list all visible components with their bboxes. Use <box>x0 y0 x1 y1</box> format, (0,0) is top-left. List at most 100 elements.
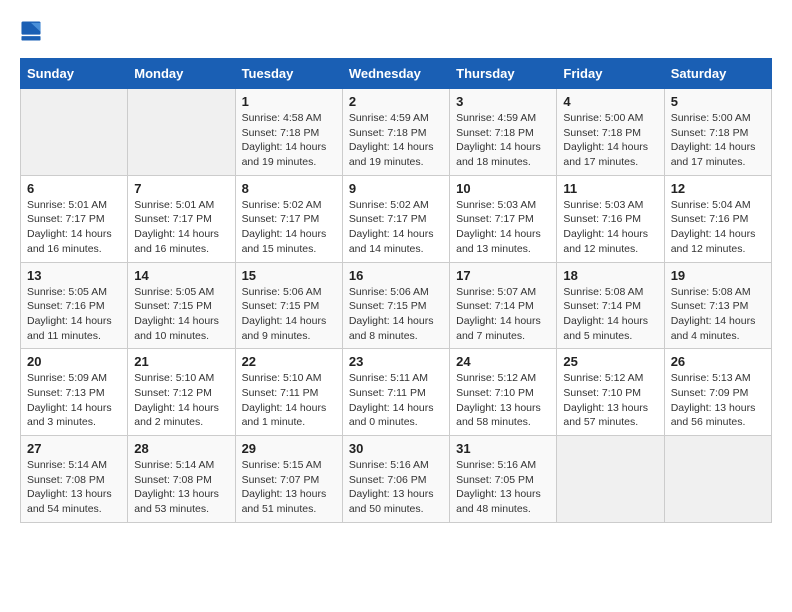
day-detail: Sunrise: 5:14 AM Sunset: 7:08 PM Dayligh… <box>134 458 228 517</box>
day-number: 7 <box>134 181 228 196</box>
day-number: 4 <box>563 94 657 109</box>
calendar-cell: 7 Sunrise: 5:01 AM Sunset: 7:17 PM Daylig… <box>128 175 235 262</box>
weekday-header-friday: Friday <box>557 59 664 89</box>
day-detail: Sunrise: 5:01 AM Sunset: 7:17 PM Dayligh… <box>134 198 228 257</box>
weekday-row: SundayMondayTuesdayWednesdayThursdayFrid… <box>21 59 772 89</box>
day-number: 2 <box>349 94 443 109</box>
week-row-5: 27 Sunrise: 5:14 AM Sunset: 7:08 PM Dayli… <box>21 436 772 523</box>
day-number: 8 <box>242 181 336 196</box>
day-number: 11 <box>563 181 657 196</box>
calendar-cell: 26 Sunrise: 5:13 AM Sunset: 7:09 PM Dayli… <box>664 349 771 436</box>
calendar-cell: 23 Sunrise: 5:11 AM Sunset: 7:11 PM Dayli… <box>342 349 449 436</box>
day-detail: Sunrise: 5:02 AM Sunset: 7:17 PM Dayligh… <box>349 198 443 257</box>
week-row-3: 13Sunrise: 5:05 AM Sunset: 7:16 PM Dayli… <box>21 262 772 349</box>
weekday-header-saturday: Saturday <box>664 59 771 89</box>
day-number: 16 <box>349 268 443 283</box>
day-detail: Sunrise: 5:15 AM Sunset: 7:07 PM Dayligh… <box>242 458 336 517</box>
calendar-cell: 22 Sunrise: 5:10 AM Sunset: 7:11 PM Dayli… <box>235 349 342 436</box>
day-number: 20 <box>27 354 121 369</box>
day-number: 31 <box>456 441 550 456</box>
day-detail: Sunrise: 5:00 AM Sunset: 7:18 PM Dayligh… <box>671 111 765 170</box>
day-number: 22 <box>242 354 336 369</box>
day-detail: Sunrise: 5:05 AM Sunset: 7:16 PM Dayligh… <box>27 285 121 344</box>
weekday-header-wednesday: Wednesday <box>342 59 449 89</box>
day-detail: Sunrise: 5:07 AM Sunset: 7:14 PM Dayligh… <box>456 285 550 344</box>
day-number: 9 <box>349 181 443 196</box>
calendar-cell: 15Sunrise: 5:06 AM Sunset: 7:15 PM Dayli… <box>235 262 342 349</box>
calendar-cell: 30 Sunrise: 5:16 AM Sunset: 7:06 PM Dayli… <box>342 436 449 523</box>
calendar-cell: 29 Sunrise: 5:15 AM Sunset: 7:07 PM Dayli… <box>235 436 342 523</box>
day-number: 21 <box>134 354 228 369</box>
day-detail: Sunrise: 5:12 AM Sunset: 7:10 PM Dayligh… <box>563 371 657 430</box>
calendar-cell <box>128 89 235 176</box>
day-number: 1 <box>242 94 336 109</box>
day-number: 29 <box>242 441 336 456</box>
weekday-header-thursday: Thursday <box>450 59 557 89</box>
day-detail: Sunrise: 5:06 AM Sunset: 7:15 PM Dayligh… <box>349 285 443 344</box>
calendar-cell: 14Sunrise: 5:05 AM Sunset: 7:15 PM Dayli… <box>128 262 235 349</box>
calendar-cell: 21Sunrise: 5:10 AM Sunset: 7:12 PM Dayli… <box>128 349 235 436</box>
week-row-4: 20 Sunrise: 5:09 AM Sunset: 7:13 PM Dayli… <box>21 349 772 436</box>
calendar-table: SundayMondayTuesdayWednesdayThursdayFrid… <box>20 58 772 523</box>
calendar-cell: 2 Sunrise: 4:59 AM Sunset: 7:18 PM Daylig… <box>342 89 449 176</box>
calendar-cell: 5 Sunrise: 5:00 AM Sunset: 7:18 PM Daylig… <box>664 89 771 176</box>
day-detail: Sunrise: 5:00 AM Sunset: 7:18 PM Dayligh… <box>563 111 657 170</box>
day-number: 6 <box>27 181 121 196</box>
day-number: 27 <box>27 441 121 456</box>
calendar-cell: 9 Sunrise: 5:02 AM Sunset: 7:17 PM Daylig… <box>342 175 449 262</box>
calendar-cell: 28Sunrise: 5:14 AM Sunset: 7:08 PM Dayli… <box>128 436 235 523</box>
day-detail: Sunrise: 5:16 AM Sunset: 7:05 PM Dayligh… <box>456 458 550 517</box>
calendar-cell: 16 Sunrise: 5:06 AM Sunset: 7:15 PM Dayli… <box>342 262 449 349</box>
day-number: 25 <box>563 354 657 369</box>
day-number: 10 <box>456 181 550 196</box>
day-number: 30 <box>349 441 443 456</box>
day-number: 23 <box>349 354 443 369</box>
day-detail: Sunrise: 5:16 AM Sunset: 7:06 PM Dayligh… <box>349 458 443 517</box>
day-number: 18 <box>563 268 657 283</box>
calendar-cell: 1Sunrise: 4:58 AM Sunset: 7:18 PM Daylig… <box>235 89 342 176</box>
calendar-cell <box>21 89 128 176</box>
day-detail: Sunrise: 5:03 AM Sunset: 7:17 PM Dayligh… <box>456 198 550 257</box>
day-detail: Sunrise: 4:59 AM Sunset: 7:18 PM Dayligh… <box>349 111 443 170</box>
calendar-cell: 11 Sunrise: 5:03 AM Sunset: 7:16 PM Dayli… <box>557 175 664 262</box>
day-number: 3 <box>456 94 550 109</box>
calendar-cell: 25 Sunrise: 5:12 AM Sunset: 7:10 PM Dayli… <box>557 349 664 436</box>
weekday-header-tuesday: Tuesday <box>235 59 342 89</box>
day-detail: Sunrise: 5:01 AM Sunset: 7:17 PM Dayligh… <box>27 198 121 257</box>
day-number: 19 <box>671 268 765 283</box>
day-detail: Sunrise: 5:11 AM Sunset: 7:11 PM Dayligh… <box>349 371 443 430</box>
day-number: 15 <box>242 268 336 283</box>
day-detail: Sunrise: 5:08 AM Sunset: 7:13 PM Dayligh… <box>671 285 765 344</box>
day-detail: Sunrise: 5:08 AM Sunset: 7:14 PM Dayligh… <box>563 285 657 344</box>
calendar-cell <box>557 436 664 523</box>
calendar-cell: 6 Sunrise: 5:01 AM Sunset: 7:17 PM Daylig… <box>21 175 128 262</box>
day-number: 17 <box>456 268 550 283</box>
calendar-cell: 31 Sunrise: 5:16 AM Sunset: 7:05 PM Dayli… <box>450 436 557 523</box>
calendar-cell: 17 Sunrise: 5:07 AM Sunset: 7:14 PM Dayli… <box>450 262 557 349</box>
calendar-cell: 24Sunrise: 5:12 AM Sunset: 7:10 PM Dayli… <box>450 349 557 436</box>
logo-icon <box>20 20 42 42</box>
page-header <box>20 20 772 42</box>
day-number: 5 <box>671 94 765 109</box>
calendar-cell: 13Sunrise: 5:05 AM Sunset: 7:16 PM Dayli… <box>21 262 128 349</box>
weekday-header-monday: Monday <box>128 59 235 89</box>
calendar-cell: 3 Sunrise: 4:59 AM Sunset: 7:18 PM Daylig… <box>450 89 557 176</box>
day-number: 24 <box>456 354 550 369</box>
calendar-cell: 10 Sunrise: 5:03 AM Sunset: 7:17 PM Dayli… <box>450 175 557 262</box>
day-detail: Sunrise: 5:10 AM Sunset: 7:11 PM Dayligh… <box>242 371 336 430</box>
day-detail: Sunrise: 5:04 AM Sunset: 7:16 PM Dayligh… <box>671 198 765 257</box>
calendar-cell: 19 Sunrise: 5:08 AM Sunset: 7:13 PM Dayli… <box>664 262 771 349</box>
calendar-header: SundayMondayTuesdayWednesdayThursdayFrid… <box>21 59 772 89</box>
calendar-cell: 12Sunrise: 5:04 AM Sunset: 7:16 PM Dayli… <box>664 175 771 262</box>
day-detail: Sunrise: 5:13 AM Sunset: 7:09 PM Dayligh… <box>671 371 765 430</box>
day-detail: Sunrise: 5:03 AM Sunset: 7:16 PM Dayligh… <box>563 198 657 257</box>
calendar-cell <box>664 436 771 523</box>
calendar-body: 1Sunrise: 4:58 AM Sunset: 7:18 PM Daylig… <box>21 89 772 523</box>
day-detail: Sunrise: 4:59 AM Sunset: 7:18 PM Dayligh… <box>456 111 550 170</box>
day-detail: Sunrise: 5:09 AM Sunset: 7:13 PM Dayligh… <box>27 371 121 430</box>
day-detail: Sunrise: 5:14 AM Sunset: 7:08 PM Dayligh… <box>27 458 121 517</box>
logo <box>20 20 46 42</box>
day-number: 26 <box>671 354 765 369</box>
calendar-cell: 18 Sunrise: 5:08 AM Sunset: 7:14 PM Dayli… <box>557 262 664 349</box>
day-detail: Sunrise: 5:02 AM Sunset: 7:17 PM Dayligh… <box>242 198 336 257</box>
